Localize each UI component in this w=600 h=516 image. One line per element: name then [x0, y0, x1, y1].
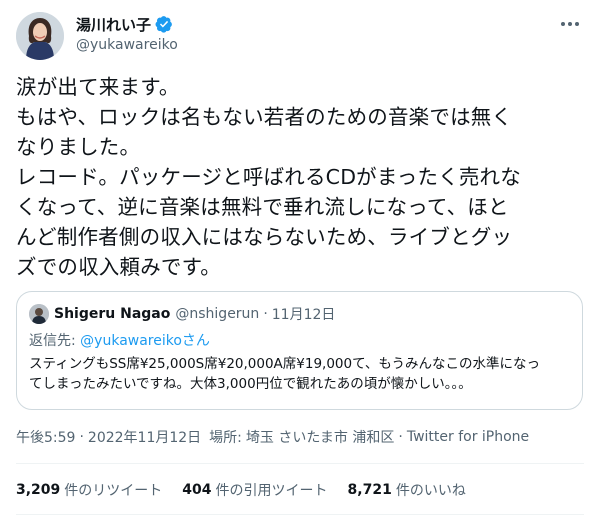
quoted-text-line: てしまったみたいですね。大体3,000円位で観れたあの頃が懐かしい。。。: [29, 376, 472, 392]
tweet-text-line: レコード。パッケージと呼ばれるCDがまったく売れな: [16, 165, 521, 189]
author-avatar[interactable]: [16, 12, 64, 60]
tweet-time[interactable]: 午後5:59: [16, 427, 75, 447]
retweets-label: 件のリツイート: [64, 483, 163, 499]
tweet-date[interactable]: 2022年11月12日: [88, 427, 201, 447]
quotes-stat[interactable]: 404 件の引用ツイート: [182, 480, 327, 500]
author-handle[interactable]: @yukawareiko: [76, 37, 178, 55]
quoted-date[interactable]: 11月12日: [272, 304, 336, 324]
likes-count: 8,721: [347, 482, 392, 498]
meta-separator: ·: [398, 429, 403, 445]
quoted-separator: ·: [263, 306, 268, 322]
retweets-stat[interactable]: 3,209 件のリツイート: [16, 480, 162, 500]
quoted-reply-prefix: 返信先:: [29, 333, 81, 349]
tweet-text-line: もはや、ロックは名もない若者のための音楽では無く: [16, 105, 513, 129]
tweet-text-line: ズでの収入頼みです。: [16, 255, 221, 279]
tweet-text-line: なりました。: [16, 135, 141, 159]
verified-badge-icon: [155, 15, 173, 33]
place-link[interactable]: 埼玉 さいたま市 浦和区: [246, 427, 394, 447]
quoted-tweet-text: スティングもSS席¥25,000S席¥20,000A席¥19,000て、もうみん…: [29, 354, 574, 394]
tweet-text: 涙が出て来ます。 もはや、ロックは名もない若者のための音楽では無く なりました。…: [16, 72, 588, 282]
quoted-tweet-header: Shigeru Nagao @nshigerun · 11月12日: [29, 303, 335, 325]
quoted-author-name[interactable]: Shigeru Nagao: [54, 306, 170, 322]
client-link[interactable]: Twitter for iPhone: [407, 429, 529, 445]
tweet-text-line: 涙が出て来ます。: [16, 75, 180, 99]
quoted-text-line: スティングもSS席¥25,000S席¥20,000A席¥19,000て、もうみん…: [29, 356, 541, 372]
quoted-author-handle[interactable]: @nshigerun: [175, 306, 259, 322]
more-options-icon[interactable]: [556, 14, 584, 34]
quotes-count: 404: [182, 482, 212, 498]
likes-stat[interactable]: 8,721 件のいいね: [348, 480, 466, 500]
tweet-meta: 午後5:59 · 2022年11月12日 場所: 埼玉 さいたま市 浦和区 · …: [16, 427, 529, 447]
quoted-reply-mention[interactable]: @yukawareikoさん: [80, 333, 210, 349]
tweet-text-line: くなって、逆に音楽は無料で垂れ流しになって、ほと: [16, 195, 509, 219]
author-block: 湯川れい子 @yukawareiko: [76, 14, 178, 55]
quoted-tweet[interactable]: Shigeru Nagao @nshigerun · 11月12日 返信先: @…: [16, 291, 583, 410]
place-label: 場所:: [209, 430, 242, 446]
divider: [16, 514, 584, 515]
retweets-count: 3,209: [16, 482, 61, 498]
likes-label: 件のいいね: [395, 483, 466, 499]
quoted-author-avatar[interactable]: [29, 304, 49, 324]
tweet-text-line: んど制作者側の収入にはならないため、ライブとグッ: [16, 225, 513, 249]
author-display-name[interactable]: 湯川れい子: [76, 14, 151, 35]
tweet-card: 湯川れい子 @yukawareiko 涙が出て来ます。 もはや、ロックは名もない…: [0, 0, 600, 516]
engagement-stats: 3,209 件のリツイート 404 件の引用ツイート 8,721 件のいいね: [16, 479, 486, 501]
divider: [16, 463, 584, 464]
quoted-reply-to: 返信先: @yukawareikoさん: [29, 330, 210, 350]
meta-separator: ·: [79, 429, 84, 445]
quotes-label: 件の引用ツイート: [215, 483, 328, 499]
